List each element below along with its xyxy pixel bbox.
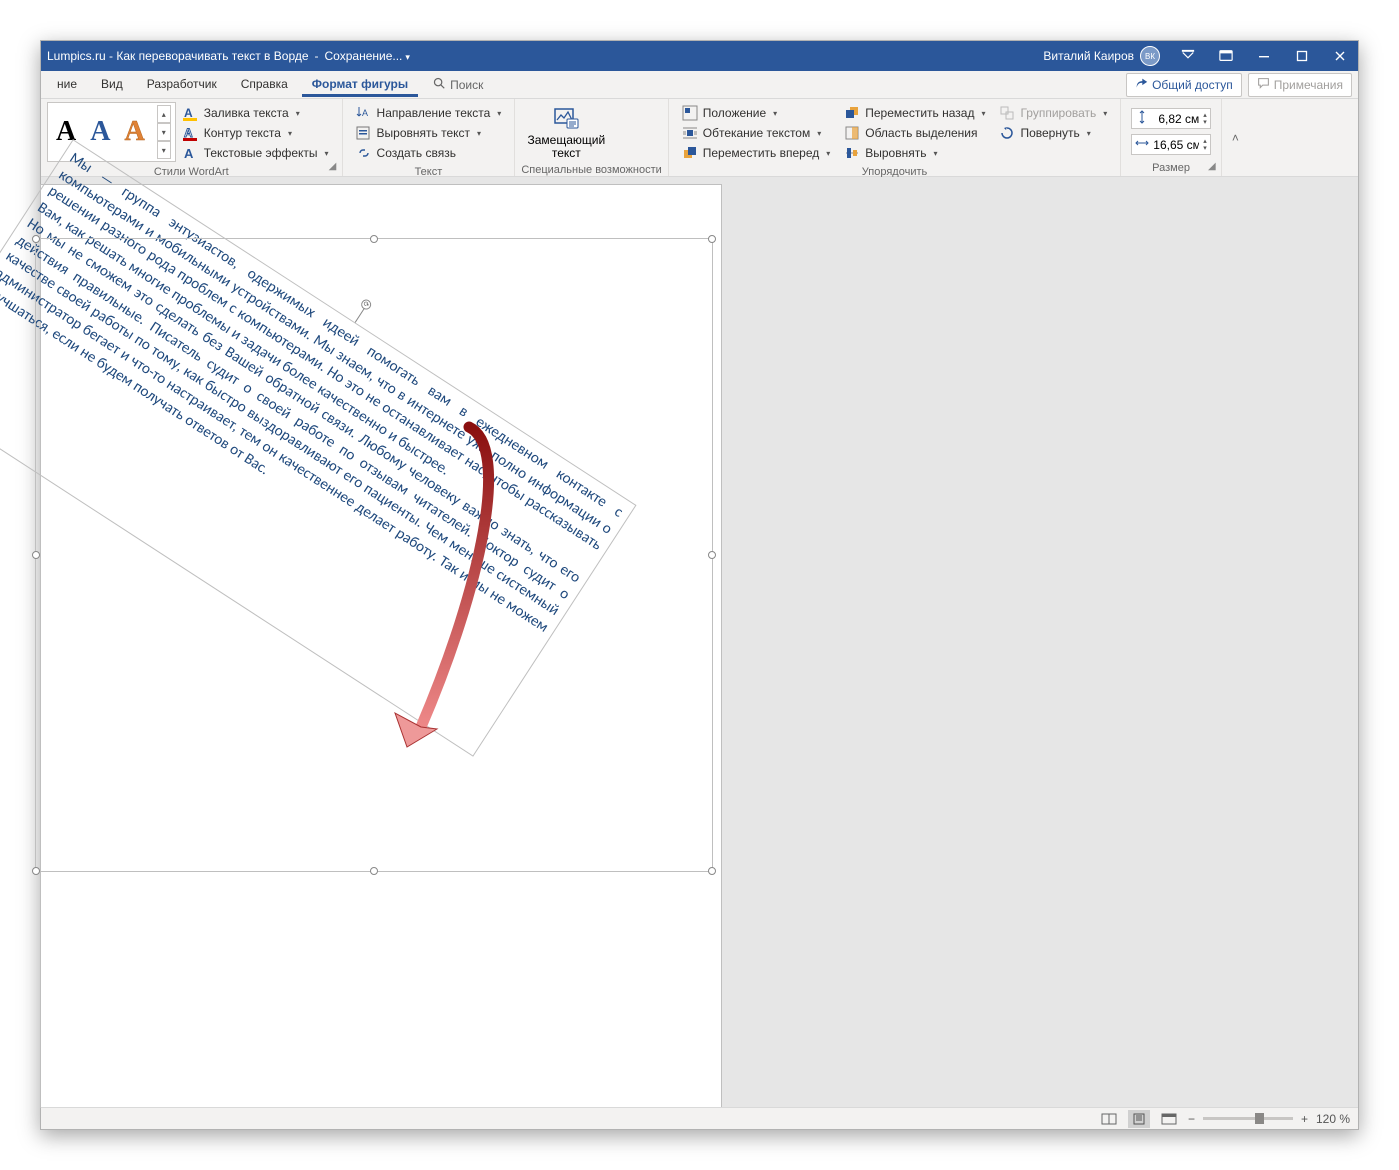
- group-objects-button: Группировать▾: [996, 104, 1110, 122]
- text-fill-icon: A: [183, 105, 199, 121]
- user-account[interactable]: Виталий Каиров ВК: [1035, 46, 1168, 66]
- search-icon: [432, 76, 446, 93]
- width-icon: [1135, 136, 1149, 153]
- resize-handle[interactable]: [708, 551, 716, 559]
- selection-pane-icon: [844, 125, 860, 141]
- resize-handle[interactable]: [370, 867, 378, 875]
- resize-handle[interactable]: [708, 235, 716, 243]
- document-page: ⟳ Мы — группа энтузиастов, одержимых иде…: [41, 185, 721, 1107]
- comment-icon: [1257, 77, 1270, 93]
- group-icon: [999, 105, 1015, 121]
- gallery-scroll-up[interactable]: ▴: [157, 105, 171, 123]
- ribbon: A A A ▴ ▾ ▾ A Заливка текста▾ A: [41, 99, 1358, 177]
- create-link-button[interactable]: Создать связь: [353, 144, 505, 162]
- gallery-scroll-down[interactable]: ▾: [157, 123, 171, 141]
- rotated-text-box[interactable]: ⟳ Мы — группа энтузиастов, одержимых иде…: [0, 139, 637, 757]
- send-backward-icon: [844, 105, 860, 121]
- tell-me-search[interactable]: Поиск: [432, 76, 483, 93]
- ribbon-tabbar: ние Вид Разработчик Справка Формат фигур…: [41, 71, 1358, 99]
- send-backward-button[interactable]: Переместить назад▾: [841, 104, 988, 122]
- avatar-icon: ВК: [1140, 46, 1160, 66]
- bring-forward-button[interactable]: Переместить вперед▾: [679, 144, 834, 162]
- height-down[interactable]: ▾: [1203, 119, 1207, 126]
- tab-help[interactable]: Справка: [231, 73, 298, 97]
- resize-handle[interactable]: [370, 235, 378, 243]
- wordart-launcher[interactable]: ◢: [326, 159, 340, 173]
- tab-unknown-truncated[interactable]: ние: [47, 73, 87, 97]
- saving-indicator: Сохранение...▾: [325, 49, 410, 63]
- resize-handle[interactable]: [32, 551, 40, 559]
- link-icon: [356, 145, 372, 161]
- share-icon: [1135, 77, 1148, 93]
- text-effects-button[interactable]: A Текстовые эффекты▾: [180, 144, 332, 162]
- shape-width-input[interactable]: ▴▾: [1131, 134, 1211, 155]
- alt-text-icon: [552, 104, 580, 132]
- window-title: Lumpics.ru - Как переворачивать текст в …: [47, 49, 309, 63]
- ribbon-display-options[interactable]: [1170, 41, 1206, 71]
- width-up[interactable]: ▴: [1203, 138, 1207, 145]
- gallery-more[interactable]: ▾: [157, 141, 171, 159]
- titlebar: Lumpics.ru - Как переворачивать текст в …: [41, 41, 1358, 71]
- svg-text:A: A: [362, 108, 368, 118]
- align-objects-icon: [844, 145, 860, 161]
- text-outline-icon: A: [183, 125, 199, 141]
- wrap-text-button[interactable]: Обтекание текстом▾: [679, 124, 834, 142]
- position-button[interactable]: Положение▾: [679, 104, 834, 122]
- svg-text:A: A: [184, 126, 193, 140]
- zoom-value[interactable]: 120 %: [1316, 1112, 1350, 1126]
- width-down[interactable]: ▾: [1203, 145, 1207, 152]
- user-name: Виталий Каиров: [1043, 49, 1134, 63]
- zoom-in-button[interactable]: +: [1301, 1112, 1308, 1126]
- wordart-style-2[interactable]: A: [86, 116, 114, 148]
- height-icon: [1135, 110, 1149, 127]
- group-label-size: Размер: [1127, 160, 1215, 177]
- print-layout-view[interactable]: [1128, 1110, 1150, 1128]
- collapse-ribbon-button[interactable]: ˄: [1222, 131, 1249, 145]
- text-effects-icon: A: [183, 145, 199, 161]
- height-up[interactable]: ▴: [1203, 112, 1207, 119]
- tab-shape-format[interactable]: Формат фигуры: [302, 73, 418, 97]
- resize-handle[interactable]: [708, 867, 716, 875]
- shape-height-input[interactable]: ▴▾: [1131, 108, 1211, 129]
- text-fill-button[interactable]: A Заливка текста▾: [180, 104, 332, 122]
- text-outline-button[interactable]: A Контур текста▾: [180, 124, 332, 142]
- minimize-button[interactable]: [1246, 41, 1282, 71]
- tab-view[interactable]: Вид: [91, 73, 133, 97]
- alt-text-button[interactable]: Замещающий текст: [521, 102, 611, 162]
- resize-handle[interactable]: [32, 867, 40, 875]
- share-button[interactable]: Общий доступ: [1126, 73, 1242, 97]
- comments-button[interactable]: Примечания: [1248, 73, 1352, 97]
- text-direction-button[interactable]: A Направление текста▾: [353, 104, 505, 122]
- rotate-button[interactable]: Повернуть▾: [996, 124, 1110, 142]
- svg-text:A: A: [184, 106, 193, 120]
- svg-text:A: A: [184, 146, 194, 161]
- ribbon-mode-icon[interactable]: [1208, 41, 1244, 71]
- align-objects-button[interactable]: Выровнять▾: [841, 144, 988, 162]
- web-layout-view[interactable]: [1158, 1110, 1180, 1128]
- align-text-button[interactable]: Выровнять текст▾: [353, 124, 505, 142]
- size-launcher[interactable]: ◢: [1205, 159, 1219, 173]
- rotate-icon: [999, 125, 1015, 141]
- statusbar: − + 120 %: [41, 1107, 1358, 1129]
- rotation-handle[interactable]: ⟳: [359, 298, 373, 312]
- read-mode-view[interactable]: [1098, 1110, 1120, 1128]
- close-button[interactable]: [1322, 41, 1358, 71]
- selection-pane-button[interactable]: Область выделения: [841, 124, 988, 142]
- zoom-slider[interactable]: [1203, 1117, 1293, 1120]
- text-direction-icon: A: [356, 105, 372, 121]
- wordart-style-3[interactable]: A: [120, 116, 148, 148]
- position-icon: [682, 105, 698, 121]
- bring-forward-icon: [682, 145, 698, 161]
- zoom-out-button[interactable]: −: [1188, 1112, 1195, 1126]
- align-text-icon: [356, 125, 372, 141]
- document-workspace[interactable]: ⟳ Мы — группа энтузиастов, одержимых иде…: [41, 177, 1358, 1107]
- wrap-text-icon: [682, 125, 698, 141]
- maximize-button[interactable]: [1284, 41, 1320, 71]
- tab-developer[interactable]: Разработчик: [137, 73, 227, 97]
